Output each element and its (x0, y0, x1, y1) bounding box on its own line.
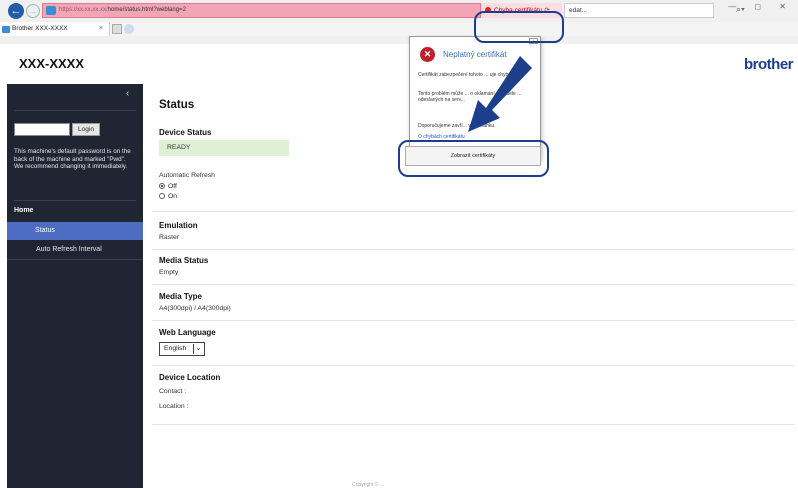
sidebar-divider (14, 110, 136, 111)
auto-refresh-title: Automatic Refresh (159, 172, 215, 179)
browser-logo-icon (124, 24, 134, 34)
section-divider (152, 424, 794, 425)
media-type-title: Media Type (159, 292, 202, 301)
media-type-value: A4(300dpi) / A4(300dpi) (159, 305, 231, 312)
login-button[interactable]: Login (72, 123, 100, 136)
section-divider (152, 365, 794, 366)
refresh-on-label: On (168, 193, 178, 200)
new-tab-icon[interactable] (112, 24, 122, 34)
page-title: Status (159, 99, 195, 111)
sidebar-divider (14, 200, 136, 201)
refresh-off-radio[interactable]: Off (159, 183, 177, 190)
section-divider (152, 211, 794, 212)
sidebar (7, 84, 143, 488)
search-text: edat... (569, 7, 588, 14)
password-input[interactable] (14, 123, 70, 136)
device-location-title: Device Location (159, 373, 221, 382)
status-badge: READY (159, 140, 289, 156)
back-icon[interactable]: ← (8, 3, 24, 19)
refresh-off-label: Off (168, 183, 177, 190)
radio-unchecked-icon[interactable] (159, 193, 165, 199)
sidebar-home[interactable]: Home (14, 207, 33, 214)
section-divider (152, 284, 794, 285)
section-divider (152, 249, 794, 250)
pointer-arrow-icon (468, 56, 532, 132)
emulation-value: Raster (159, 234, 180, 241)
search-input[interactable]: edat... (564, 3, 714, 18)
password-note: This machine's default password is on th… (14, 148, 131, 171)
sidebar-item-auto-refresh-interval[interactable]: Auto Refresh Interval (7, 240, 143, 260)
tab-title: Brother XXX-XXXX (12, 25, 68, 32)
emulation-title: Emulation (159, 221, 198, 230)
tab-strip: Brother XXX-XXXX × (0, 22, 798, 36)
chevron-down-icon[interactable]: ⌄ (193, 344, 203, 354)
refresh-on-radio[interactable]: On (159, 193, 177, 200)
collapse-sidebar-icon[interactable]: ‹ (126, 88, 129, 99)
media-status-title: Media Status (159, 256, 209, 265)
url-path: home/status.html?weblang=2 (107, 7, 186, 13)
brand-logo: brother (744, 56, 794, 73)
language-select[interactable]: English ⌄ (159, 342, 205, 356)
address-row: ← → https://xx.xx.xx.xx/home/status.html… (0, 0, 798, 22)
tab-favicon-icon (2, 26, 10, 33)
web-language-title: Web Language (159, 328, 216, 337)
callout-view-certificates (398, 140, 549, 177)
page-header (0, 44, 798, 82)
window-controls[interactable]: — ◻ ✕ (728, 2, 794, 11)
sidebar-item-status[interactable]: Status (7, 222, 143, 240)
radio-checked-icon[interactable] (159, 183, 165, 189)
language-value: English (164, 345, 187, 352)
device-status-title: Device Status (159, 128, 212, 137)
url-host: https://xx.xx.xx.xx/ (59, 7, 108, 13)
location-label: Location : (159, 403, 189, 410)
section-divider (152, 320, 794, 321)
shield-error-icon: ✕ (420, 47, 435, 62)
callout-cert-error (474, 11, 564, 43)
forward-icon[interactable]: → (26, 4, 40, 18)
tab-close-icon[interactable]: × (99, 22, 103, 36)
media-status-value: Empty (159, 269, 179, 276)
model-name: XXX-XXXX (19, 56, 85, 71)
browser-tab[interactable]: Brother XXX-XXXX × (0, 22, 110, 36)
site-favicon-icon (46, 6, 56, 15)
contact-label: Contact : (159, 388, 187, 395)
footer: Copyright © ... (352, 482, 385, 488)
